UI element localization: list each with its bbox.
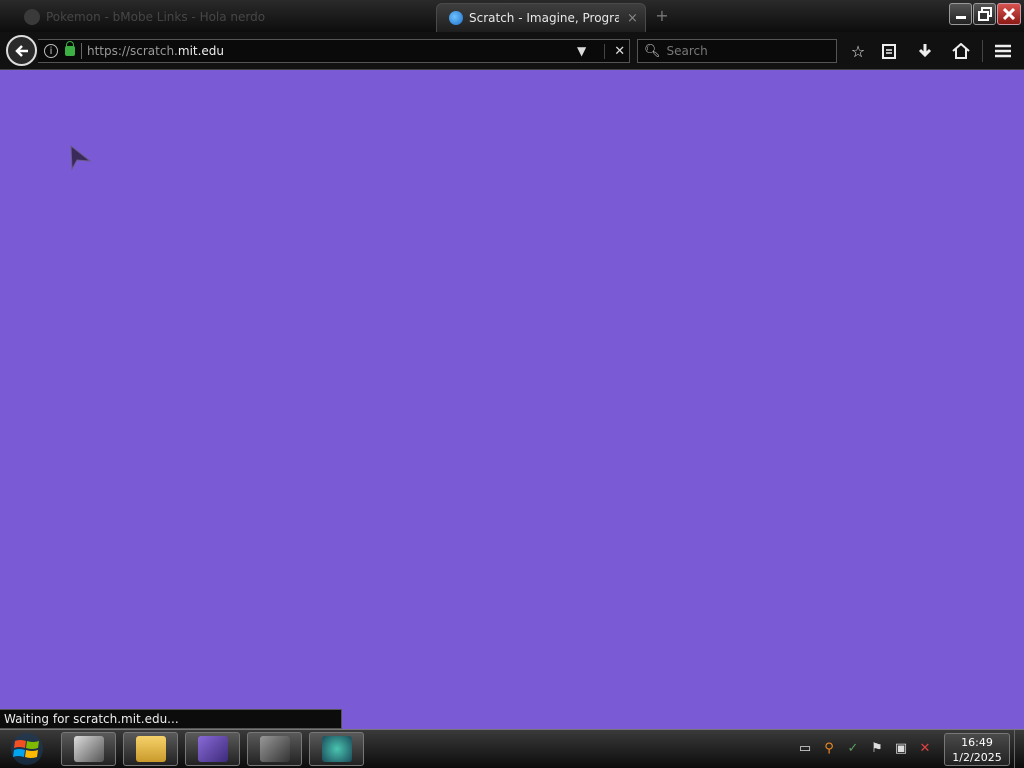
taskbar-app-1[interactable] <box>61 732 116 766</box>
url-text[interactable]: https://scratch.mit.edu <box>87 44 567 58</box>
tab-favicon-icon <box>24 9 40 25</box>
minimize-button[interactable] <box>949 3 972 25</box>
toolbar-divider <box>982 40 983 62</box>
chevron-down-icon[interactable]: ▼ <box>577 44 586 58</box>
system-tray: ▭ ⚲ ✓ ⚑ ▣ ✕ <box>797 740 933 756</box>
search-placeholder: Search <box>666 44 708 58</box>
bookmark-star-icon[interactable]: ☆ <box>847 40 869 62</box>
mouse-cursor-icon <box>70 144 92 171</box>
bookmarks-list-icon[interactable] <box>878 40 900 62</box>
stop-icon[interactable]: ✕ <box>604 43 625 59</box>
network-icon[interactable]: ▣ <box>893 740 909 756</box>
back-button[interactable] <box>6 35 37 66</box>
clipboard-icon <box>882 44 896 59</box>
info-icon[interactable]: i <box>44 44 58 58</box>
desktop: Pokemon - bMobe Links - Hola nerdo Scrat… <box>0 0 1024 768</box>
back-arrow-icon <box>14 44 28 57</box>
windows-logo-icon <box>11 733 43 765</box>
close-window-button[interactable] <box>997 3 1021 25</box>
search-input[interactable]: 🔍︎ Search <box>637 39 837 63</box>
browser-nav-bar: i https://scratch.mit.edu ▼ ✕ 🔍︎ Search … <box>0 32 1024 70</box>
scratch-favicon-icon <box>449 11 463 25</box>
taskbar-app-browser[interactable] <box>309 732 364 766</box>
start-button[interactable] <box>6 731 48 767</box>
taskbar-app-file-explorer[interactable] <box>123 732 178 766</box>
download-arrow-icon <box>918 44 932 58</box>
tray-app-icon[interactable]: ▭ <box>797 740 813 756</box>
restore-icon <box>977 7 992 21</box>
url-host: mit.edu <box>177 44 225 58</box>
volume-muted-icon[interactable]: ✕ <box>917 740 933 756</box>
page-content[interactable] <box>0 71 1024 729</box>
folder-icon <box>135 736 166 762</box>
url-divider <box>81 43 82 59</box>
clock-date: 1/2/2025 <box>952 751 1002 764</box>
house-icon <box>952 43 970 59</box>
app-icon <box>259 736 290 762</box>
taskbar: ▭ ⚲ ✓ ⚑ ▣ ✕ 16:49 1/2/2025 <box>0 729 1024 768</box>
anime-avatar-icon <box>197 736 228 762</box>
lock-icon[interactable] <box>65 41 75 56</box>
app-icon <box>73 736 104 762</box>
clock[interactable]: 16:49 1/2/2025 <box>944 733 1010 766</box>
clock-time: 16:49 <box>961 736 993 749</box>
search-icon: 🔍︎ <box>644 43 661 59</box>
taskbar-app-3[interactable] <box>185 732 240 766</box>
close-icon <box>1003 8 1015 20</box>
tab-close-icon[interactable]: × <box>627 11 638 26</box>
tab-inactive[interactable]: Pokemon - bMobe Links - Hola nerdo <box>14 4 434 30</box>
action-center-flag-icon[interactable]: ⚑ <box>869 740 885 756</box>
address-bar[interactable]: i https://scratch.mit.edu ▼ ✕ <box>38 39 630 63</box>
security-icon[interactable]: ✓ <box>845 740 861 756</box>
hamburger-menu-icon[interactable] <box>992 40 1014 62</box>
status-bar: Waiting for scratch.mit.edu... <box>0 709 342 729</box>
tab-label: Pokemon - bMobe Links - Hola nerdo <box>46 10 266 24</box>
taskbar-app-4[interactable] <box>247 732 302 766</box>
home-icon[interactable] <box>950 40 972 62</box>
tab-label: Scratch - Imagine, Program, Share <box>469 11 619 25</box>
url-prefix: https://scratch. <box>87 44 178 58</box>
show-desktop-button[interactable] <box>1014 730 1024 768</box>
new-tab-button[interactable]: + <box>652 6 672 25</box>
browser-icon <box>321 736 352 762</box>
restore-button[interactable] <box>973 3 996 25</box>
tab-scratch[interactable]: Scratch - Imagine, Program, Share × <box>436 3 646 32</box>
minimize-icon <box>955 16 966 19</box>
download-icon[interactable] <box>914 40 936 62</box>
browser-tab-strip: Pokemon - bMobe Links - Hola nerdo Scrat… <box>0 0 1024 32</box>
menu-lines-icon <box>995 44 1011 58</box>
magnifier-icon[interactable]: ⚲ <box>821 740 837 756</box>
